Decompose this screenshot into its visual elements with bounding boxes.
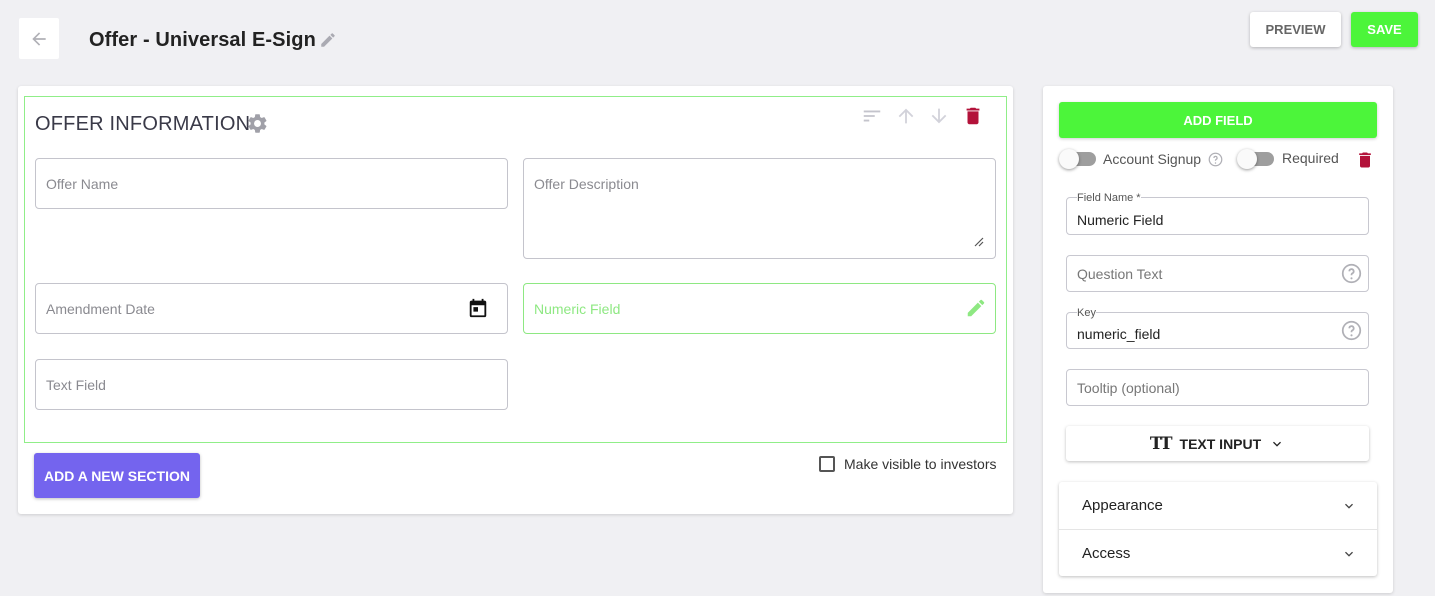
- question-text-input[interactable]: Question Text: [1066, 255, 1369, 292]
- field-settings-panel: ADD FIELD Account Signup Required Field …: [1043, 86, 1393, 593]
- add-section-button[interactable]: ADD A NEW SECTION: [34, 453, 200, 498]
- add-field-button[interactable]: ADD FIELD: [1059, 102, 1377, 138]
- sort-icon[interactable]: [861, 105, 883, 127]
- calendar-icon[interactable]: [467, 297, 489, 319]
- accordion-access[interactable]: Access: [1059, 529, 1377, 576]
- page-title: Offer - Universal E-Sign: [89, 29, 316, 51]
- text-fields-icon: TT: [1149, 433, 1173, 454]
- arrow-left-icon: [32, 31, 46, 46]
- settings-accordion: Appearance Access: [1059, 482, 1377, 576]
- account-signup-toggle[interactable]: [1059, 149, 1096, 169]
- help-icon[interactable]: [1341, 320, 1362, 341]
- chevron-down-icon: [1273, 441, 1282, 447]
- accordion-appearance-label: Appearance: [1082, 497, 1163, 514]
- trash-icon[interactable]: [1355, 149, 1375, 171]
- checkbox-box[interactable]: [819, 456, 835, 472]
- gear-icon[interactable]: [246, 112, 269, 135]
- offer-name-field[interactable]: Offer Name: [35, 158, 508, 209]
- input-type-dropdown[interactable]: TT TEXT INPUT: [1066, 426, 1369, 461]
- chevron-down-icon: [1345, 551, 1353, 557]
- input-type-label: TEXT INPUT: [1179, 435, 1262, 452]
- field-name-value: Numeric Field: [1077, 212, 1164, 228]
- form-section[interactable]: OFFER INFORMATION Offer Name Offer Descr…: [24, 96, 1007, 443]
- accordion-access-label: Access: [1082, 545, 1131, 562]
- help-icon[interactable]: [1208, 152, 1223, 167]
- section-title: OFFER INFORMATION: [35, 113, 251, 135]
- amendment-date-field[interactable]: Amendment Date: [35, 283, 508, 334]
- back-button[interactable]: [19, 18, 59, 59]
- tooltip-input[interactable]: Tooltip (optional): [1066, 369, 1369, 406]
- trash-icon[interactable]: [962, 105, 984, 127]
- required-label: Required: [1282, 150, 1339, 166]
- offer-name-placeholder: Offer Name: [46, 176, 119, 192]
- pencil-icon[interactable]: [319, 31, 337, 49]
- offer-description-placeholder: Offer Description: [534, 176, 639, 192]
- tooltip-placeholder: Tooltip (optional): [1077, 380, 1180, 396]
- required-toggle[interactable]: [1237, 149, 1274, 169]
- text-field[interactable]: Text Field: [35, 359, 508, 410]
- save-button[interactable]: SAVE: [1351, 12, 1418, 47]
- toggle-knob: [1059, 149, 1079, 169]
- visible-to-investors-label: Make visible to investors: [844, 456, 997, 472]
- resize-handle-icon[interactable]: [974, 237, 984, 247]
- numeric-field-placeholder: Numeric Field: [534, 301, 621, 317]
- field-name-label: Field Name *: [1077, 192, 1141, 204]
- offer-description-field[interactable]: Offer Description: [523, 158, 996, 259]
- chevron-down-icon: [1345, 503, 1353, 509]
- key-value: numeric_field: [1077, 326, 1161, 342]
- form-builder-card: OFFER INFORMATION Offer Name Offer Descr…: [18, 86, 1013, 514]
- arrow-up-icon[interactable]: [895, 105, 917, 127]
- preview-button[interactable]: PREVIEW: [1250, 12, 1341, 47]
- numeric-field[interactable]: Numeric Field: [523, 283, 996, 334]
- key-label: Key: [1077, 307, 1096, 319]
- arrow-down-icon[interactable]: [928, 105, 950, 127]
- accordion-appearance[interactable]: Appearance: [1059, 482, 1377, 529]
- help-icon[interactable]: [1341, 263, 1362, 284]
- visible-to-investors-checkbox[interactable]: Make visible to investors: [819, 456, 997, 472]
- question-text-placeholder: Question Text: [1077, 266, 1163, 282]
- key-input[interactable]: Key numeric_field: [1066, 307, 1369, 349]
- account-signup-label: Account Signup: [1103, 151, 1202, 167]
- toggle-knob: [1237, 149, 1257, 169]
- text-field-placeholder: Text Field: [46, 377, 106, 393]
- field-name-input[interactable]: Field Name * Numeric Field: [1066, 192, 1369, 235]
- pencil-icon[interactable]: [965, 297, 987, 319]
- amendment-date-placeholder: Amendment Date: [46, 301, 155, 317]
